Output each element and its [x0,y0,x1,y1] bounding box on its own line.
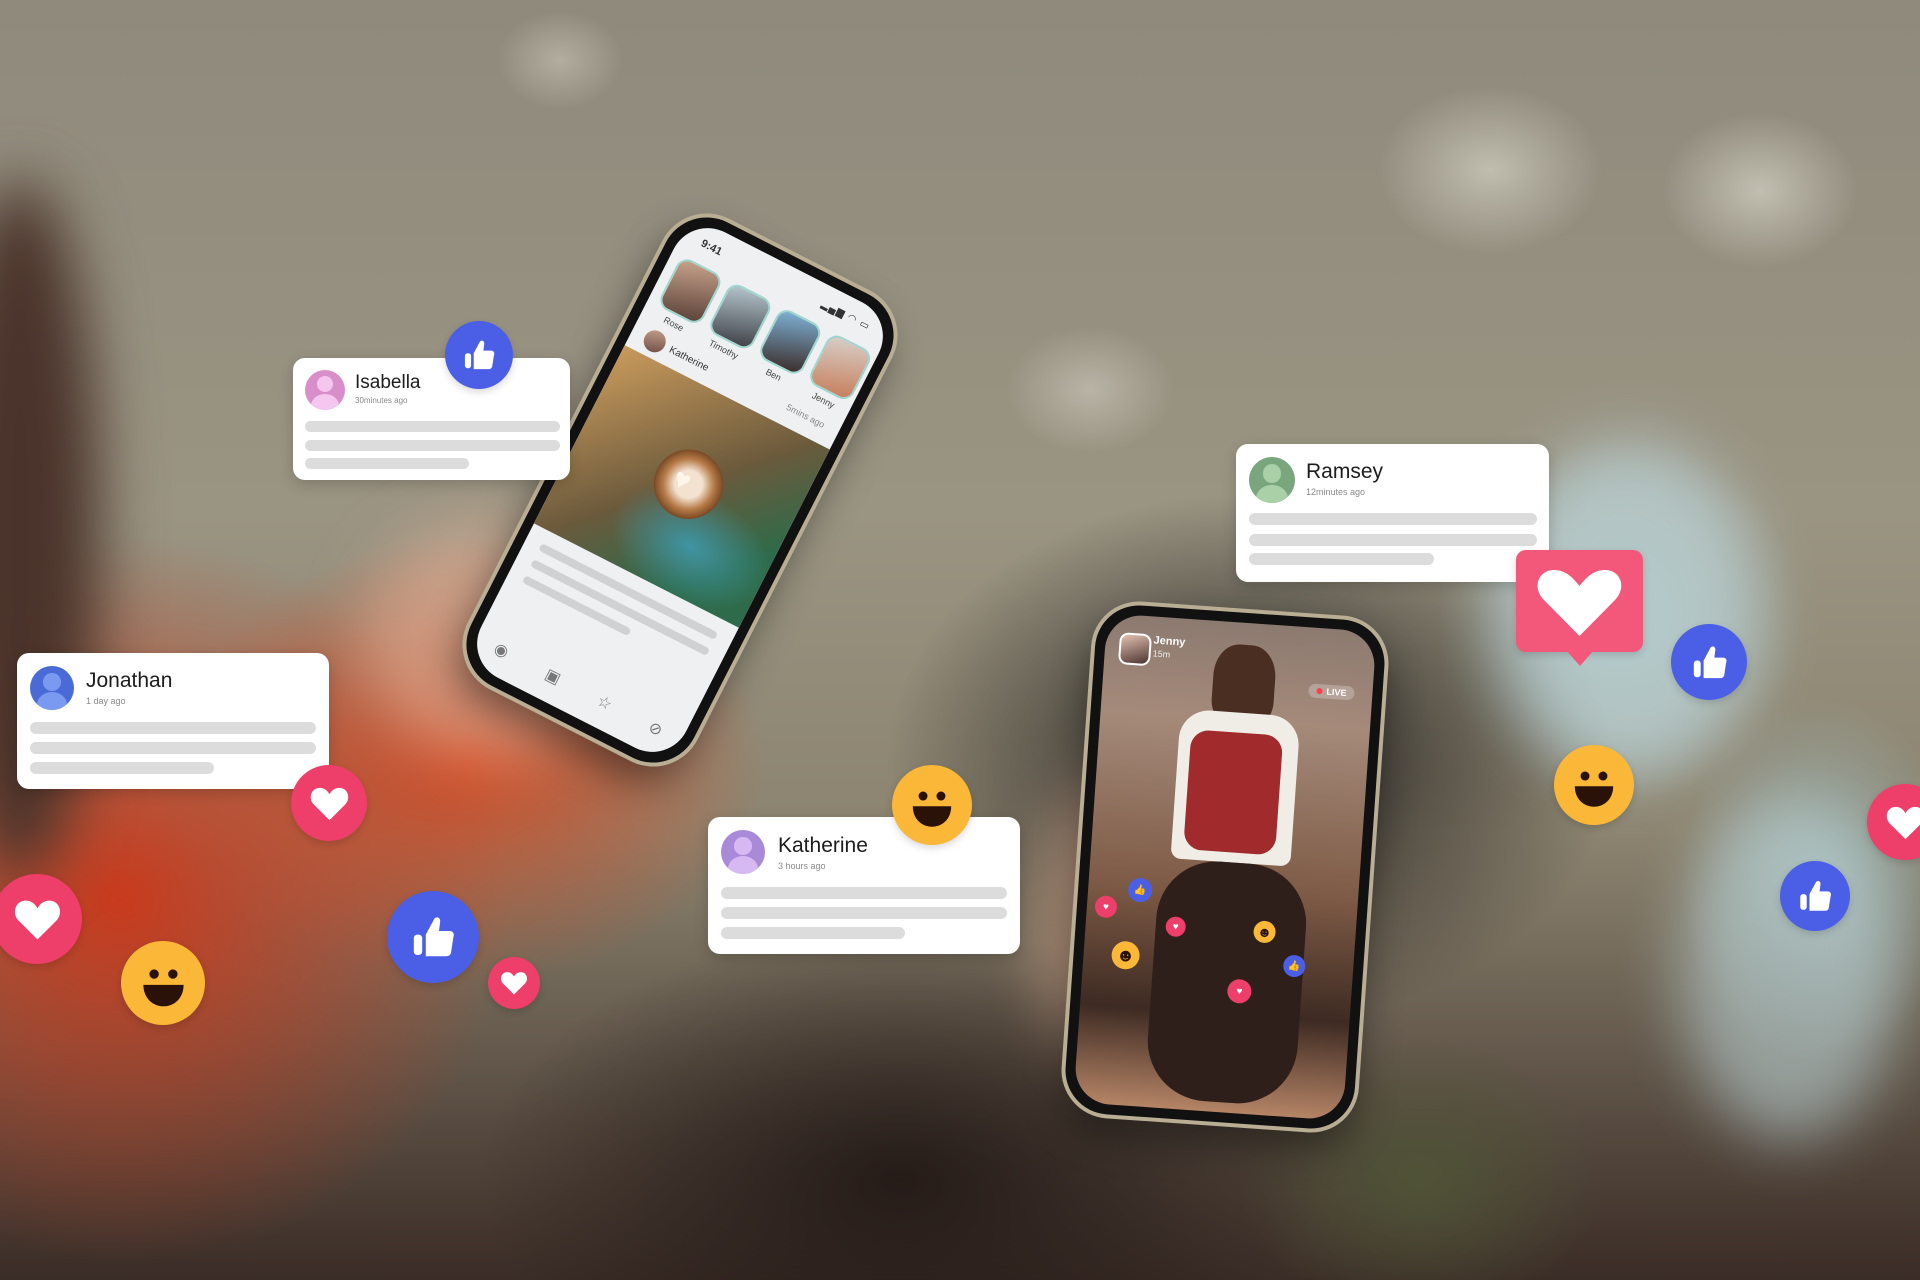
notification-card-katherine[interactable]: Katherine 3 hours ago [708,817,1020,954]
bubble-tail [1565,650,1594,666]
placeholder-line [30,762,214,774]
streamer-avatar[interactable] [1117,632,1153,667]
heart-reaction-icon[interactable] [291,765,367,841]
placeholder-line [30,742,316,754]
right-phone: Jenny 15m LIVE 👍 ♥ ♥ ☻ ☻ 👍 ♥ [1062,602,1388,1132]
placeholder-line [721,887,1007,899]
avatar [721,830,765,874]
post-author-avatar [639,326,670,357]
video-camel [1143,857,1311,1108]
notification-card-jonathan[interactable]: Jonathan 1 day ago [17,653,329,789]
streamer-name: Jenny [1153,634,1186,649]
right-phone-screen: Jenny 15m LIVE 👍 ♥ ♥ ☻ ☻ 👍 ♥ [1073,613,1377,1121]
heart-icon [1537,570,1622,636]
timestamp: 3 hours ago [778,861,826,871]
timestamp: 12minutes ago [1306,487,1366,497]
user-name: Jonathan [86,669,173,692]
placeholder-line [1249,513,1537,525]
avatar [305,370,345,410]
avatar [30,666,74,710]
smiley-reaction-icon[interactable] [121,941,205,1025]
story-name: Ben [764,366,783,383]
user-name: Ramsey [1306,460,1384,483]
like-reaction-icon[interactable] [445,321,513,389]
user-name: Katherine [778,834,868,857]
placeholder-line [305,440,560,451]
placeholder-line [721,907,1007,919]
notification-card-ramsey[interactable]: Ramsey 12minutes ago [1236,444,1549,582]
live-dot-icon [1316,687,1323,695]
star-icon[interactable]: ☆ [594,691,616,715]
stream-elapsed: 15m [1152,648,1171,660]
avatar [1249,457,1295,503]
like-reaction-icon[interactable] [1780,861,1850,931]
status-time: 9:41 [698,237,724,259]
mini-smiley-icon: ☻ [1110,940,1141,971]
profile-icon[interactable]: ⊘ [645,717,666,741]
notification-card-isabella[interactable]: Isabella 30minutes ago [293,358,570,480]
placeholder-line [1249,553,1434,565]
placeholder-line [30,722,316,734]
timestamp: 1 day ago [86,696,126,706]
user-name: Isabella [355,372,421,393]
heart-notification-bubble[interactable] [1516,550,1643,666]
status-icons: ▂▄▆ ◠ ▭ [819,298,872,333]
bag-icon[interactable]: ▣ [542,664,565,689]
video-backpack [1183,729,1284,856]
placeholder-line [305,421,560,432]
mini-heart-icon: ♥ [1094,895,1118,919]
timestamp: 30minutes ago [355,396,408,405]
mini-like-icon: 👍 [1127,877,1153,903]
sneaker-far-right [1680,800,1900,1140]
latte-heart-art: ♥ [667,461,697,498]
placeholder-line [721,927,905,939]
smiley-reaction-icon[interactable] [1554,745,1634,825]
post-time: 5mins ago [784,402,827,430]
like-reaction-icon[interactable] [1671,624,1747,700]
heart-reaction-icon[interactable] [488,957,540,1009]
placeholder-line [305,458,469,469]
live-badge: LIVE [1308,683,1355,701]
live-label: LIVE [1326,686,1347,699]
like-reaction-icon[interactable] [387,891,479,983]
post-author-name: Katherine [667,344,711,374]
smiley-reaction-icon[interactable] [892,765,972,845]
placeholder-line [1249,534,1537,546]
home-icon[interactable]: ◉ [491,638,513,662]
